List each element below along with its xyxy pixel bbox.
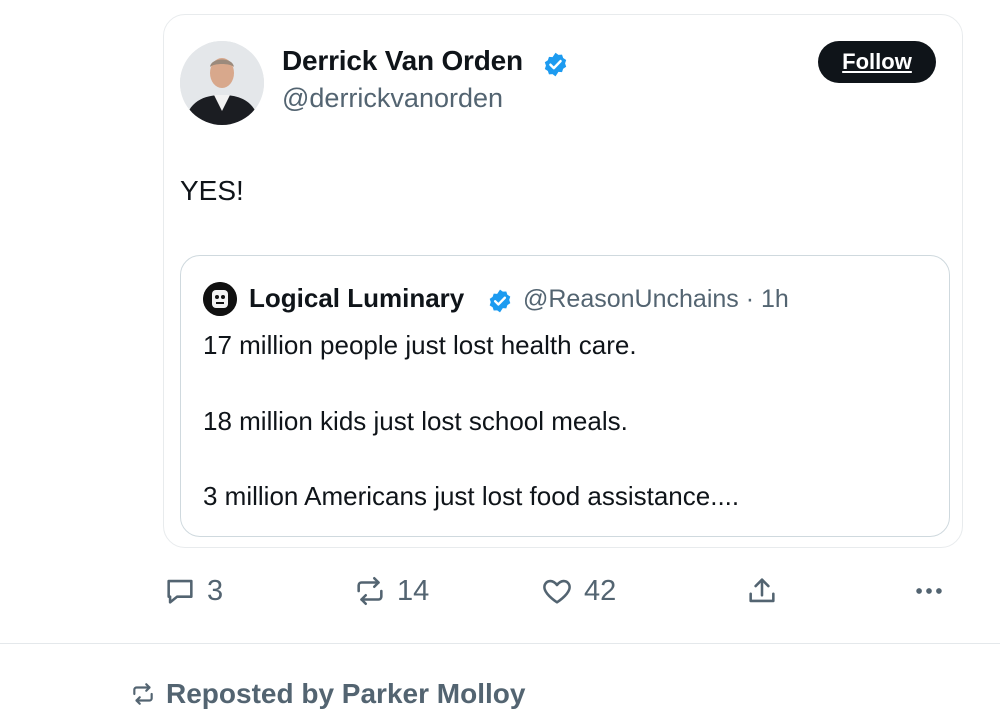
reply-count: 3 xyxy=(207,574,224,607)
quoted-text-line: 18 million kids just lost school meals. xyxy=(203,406,628,436)
meta-separator: · xyxy=(738,285,761,313)
tweet-card: Derrick Van Orden @derrickvanorden Follo… xyxy=(163,14,963,548)
tweet-text: YES! xyxy=(180,175,244,206)
quoted-author-avatar[interactable] xyxy=(203,282,237,316)
author-name[interactable]: Derrick Van Orden xyxy=(282,45,523,77)
like-icon xyxy=(543,579,571,604)
like-button[interactable]: 42 xyxy=(540,574,616,608)
share-button[interactable] xyxy=(745,574,789,608)
quoted-author-meta[interactable]: @ReasonUnchains · 1h xyxy=(523,285,789,314)
quoted-text-line: 17 million people just lost health care. xyxy=(203,330,637,360)
more-button[interactable] xyxy=(912,574,956,608)
quoted-author-name[interactable]: Logical Luminary xyxy=(249,283,464,314)
verified-icon xyxy=(544,52,567,77)
reply-icon xyxy=(167,579,193,604)
more-icon xyxy=(916,588,942,594)
author-avatar[interactable] xyxy=(180,41,264,125)
quoted-author-handle[interactable]: @ReasonUnchains xyxy=(523,285,739,313)
quoted-tweet[interactable]: Logical Luminary @ReasonUnchains · 1h 17… xyxy=(180,255,950,537)
repost-count: 14 xyxy=(397,574,430,607)
quoted-post-time[interactable]: 1h xyxy=(761,285,789,313)
divider xyxy=(0,643,1000,644)
share-icon xyxy=(749,578,775,603)
action-bar: 3 14 42 xyxy=(0,568,1000,618)
reply-button[interactable]: 3 xyxy=(163,574,223,608)
like-count: 42 xyxy=(584,574,617,607)
follow-button[interactable]: Follow xyxy=(818,41,936,83)
repost-icon xyxy=(133,683,153,705)
repost-banner[interactable]: Reposted by Parker Molloy xyxy=(130,678,525,710)
verified-icon xyxy=(489,289,511,313)
author-handle[interactable]: @derrickvanorden xyxy=(282,83,503,114)
repost-icon xyxy=(357,576,383,606)
quoted-text-line: 3 million Americans just lost food assis… xyxy=(203,481,740,511)
repost-button[interactable]: 14 xyxy=(353,574,429,608)
repost-banner-text: Reposted by Parker Molloy xyxy=(166,678,526,709)
